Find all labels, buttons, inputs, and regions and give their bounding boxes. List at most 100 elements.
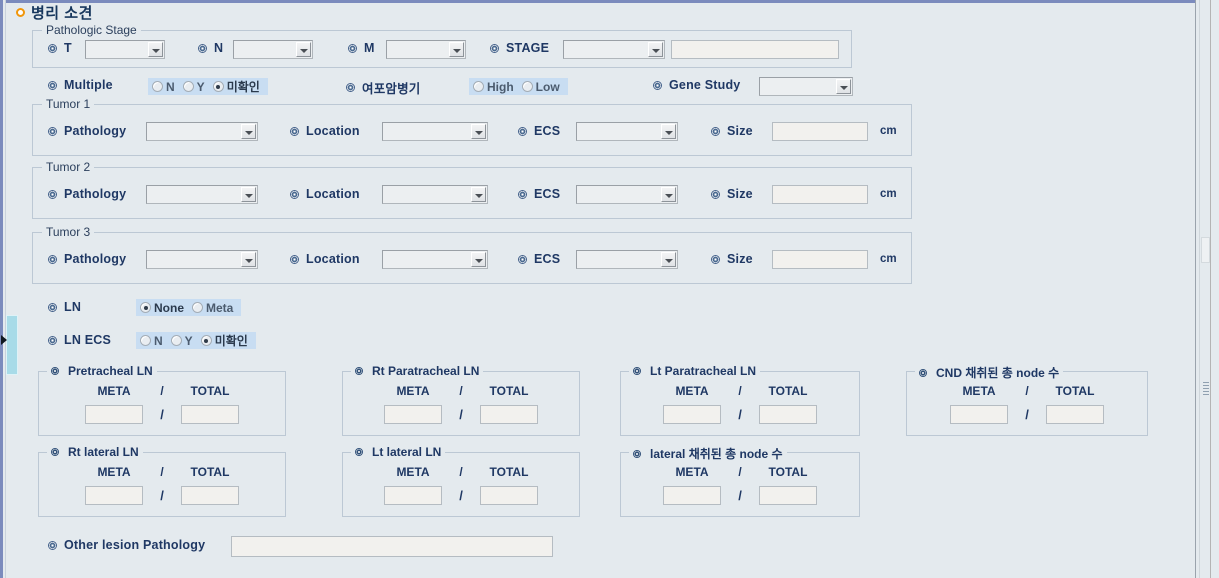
ln-ecs-option-n[interactable]: N	[140, 334, 167, 348]
radio-icon[interactable]	[182, 81, 194, 92]
tumor-1-size-input[interactable]	[772, 122, 868, 141]
tumor-1-location-dropdown[interactable]	[382, 122, 488, 141]
cnd-total-node-meta-input[interactable]	[950, 405, 1008, 424]
radio-icon[interactable]	[170, 335, 182, 346]
tumor-2-size-input[interactable]	[772, 185, 868, 204]
rt-lateral-ln-total-input[interactable]	[181, 486, 239, 505]
rt-lateral-ln-box: Rt lateral LN META / TOTAL /	[38, 445, 286, 517]
lt-paratracheal-ln-headers: META / TOTAL	[621, 384, 859, 398]
follicular-option-low[interactable]: Low	[521, 80, 564, 94]
chevron-down-icon[interactable]	[661, 124, 676, 139]
lateral-total-node-meta-input[interactable]	[663, 486, 721, 505]
pretracheal-ln-meta-input[interactable]	[85, 405, 143, 424]
panel-collapse-handle[interactable]	[6, 315, 18, 375]
stage-m-dropdown[interactable]	[386, 40, 466, 59]
tumor-2-pathology-label: Pathology	[64, 187, 127, 201]
bullet-icon	[518, 254, 527, 264]
chevron-down-icon[interactable]	[661, 187, 676, 202]
radio-icon-selected[interactable]	[200, 335, 212, 346]
ln-ecs-option-y[interactable]: Y	[170, 334, 197, 348]
radio-icon-selected[interactable]	[140, 302, 151, 313]
other-lesion-pathology-input[interactable]	[231, 536, 553, 557]
stage-n-dropdown[interactable]	[233, 40, 313, 59]
lt-paratracheal-ln-legend-text: Lt Paratracheal LN	[650, 364, 757, 378]
ln-label: LN	[64, 300, 82, 314]
total-header: TOTAL	[190, 384, 230, 398]
radio-icon[interactable]	[521, 81, 533, 92]
chevron-down-icon[interactable]	[836, 79, 851, 94]
gene-study-dropdown[interactable]	[759, 77, 853, 96]
tumor-3-pathology-dropdown[interactable]	[146, 250, 258, 269]
tumor-1-ecs-dropdown[interactable]	[576, 122, 678, 141]
tumor-2-ecs-dropdown[interactable]	[576, 185, 678, 204]
chevron-down-icon[interactable]	[241, 124, 256, 139]
chevron-down-icon[interactable]	[148, 42, 163, 57]
bullet-icon	[48, 335, 57, 345]
radio-icon[interactable]	[140, 335, 151, 346]
tumor-2-location-dropdown[interactable]	[382, 185, 488, 204]
radio-icon[interactable]	[473, 81, 484, 92]
bullet-icon	[518, 126, 527, 136]
scrollbar-divider	[1199, 0, 1200, 578]
multiple-option-y[interactable]: Y	[182, 80, 209, 94]
ln-option-none[interactable]: None	[140, 301, 188, 315]
multiple-option-unknown-label: 미확인	[226, 80, 260, 94]
rt-paratracheal-ln-total-input[interactable]	[480, 405, 538, 424]
ln-ecs-radio-group[interactable]: N Y 미확인	[136, 332, 256, 349]
lt-lateral-ln-total-input[interactable]	[480, 486, 538, 505]
bullet-icon	[51, 367, 59, 375]
lt-lateral-ln-meta-input[interactable]	[384, 486, 442, 505]
separator: /	[738, 488, 742, 503]
ln-radio-group[interactable]: None Meta	[136, 299, 242, 316]
radio-icon[interactable]	[152, 81, 163, 92]
meta-header: META	[97, 384, 131, 398]
chevron-down-icon[interactable]	[661, 252, 676, 267]
chevron-down-icon[interactable]	[471, 252, 486, 267]
multiple-option-n[interactable]: N	[152, 80, 179, 94]
follicular-stage-radio-group[interactable]: High Low	[469, 78, 568, 95]
lt-paratracheal-ln-meta-input[interactable]	[663, 405, 721, 424]
pretracheal-ln-headers: META / TOTAL	[39, 384, 285, 398]
rt-paratracheal-ln-meta-input[interactable]	[384, 405, 442, 424]
lt-paratracheal-ln-total-input[interactable]	[759, 405, 817, 424]
tumor-3-location-dropdown[interactable]	[382, 250, 488, 269]
tumor-1-pathology-label: Pathology	[64, 124, 127, 138]
chevron-down-icon[interactable]	[241, 252, 256, 267]
chevron-down-icon[interactable]	[241, 187, 256, 202]
chevron-down-icon[interactable]	[648, 42, 663, 57]
cnd-total-node-total-input[interactable]	[1046, 405, 1104, 424]
separator: /	[1025, 407, 1029, 422]
chevron-down-icon[interactable]	[449, 42, 464, 57]
stage-text-input[interactable]	[671, 40, 839, 59]
meta-header: META	[396, 465, 430, 479]
lateral-total-node-total-input[interactable]	[759, 486, 817, 505]
tumor-1-pathology-dropdown[interactable]	[146, 122, 258, 141]
follicular-option-high[interactable]: High	[473, 80, 518, 94]
vertical-scrollbar-track[interactable]	[1210, 0, 1211, 578]
chevron-right-icon[interactable]	[1, 335, 7, 345]
chevron-down-icon[interactable]	[471, 124, 486, 139]
tumor-1-ecs-field: ECS	[518, 124, 560, 138]
chevron-down-icon[interactable]	[471, 187, 486, 202]
page-title-label: 병리 소견	[31, 5, 93, 22]
tumor-3-size-input[interactable]	[772, 250, 868, 269]
tumor-1-location-field: Location	[290, 124, 360, 138]
vertical-scrollbar-thumb[interactable]	[1201, 237, 1210, 263]
ln-ecs-option-unknown[interactable]: 미확인	[200, 332, 252, 349]
tumor-2-ecs-field: ECS	[518, 187, 560, 201]
stage-t-dropdown[interactable]	[85, 40, 165, 59]
pretracheal-ln-legend: Pretracheal LN	[47, 364, 157, 378]
tumor-2-pathology-dropdown[interactable]	[146, 185, 258, 204]
pretracheal-ln-total-input[interactable]	[181, 405, 239, 424]
multiple-radio-group[interactable]: N Y 미확인	[148, 78, 268, 95]
stage-dropdown[interactable]	[563, 40, 665, 59]
tumor-3-ecs-dropdown[interactable]	[576, 250, 678, 269]
multiple-option-unknown[interactable]: 미확인	[212, 78, 264, 95]
ln-option-meta[interactable]: Meta	[192, 301, 237, 315]
rt-lateral-ln-meta-input[interactable]	[85, 486, 143, 505]
separator: /	[459, 384, 463, 398]
radio-icon[interactable]	[192, 302, 203, 313]
rt-lateral-ln-inputs: /	[39, 486, 285, 505]
radio-icon-selected[interactable]	[212, 81, 224, 92]
chevron-down-icon[interactable]	[296, 42, 311, 57]
